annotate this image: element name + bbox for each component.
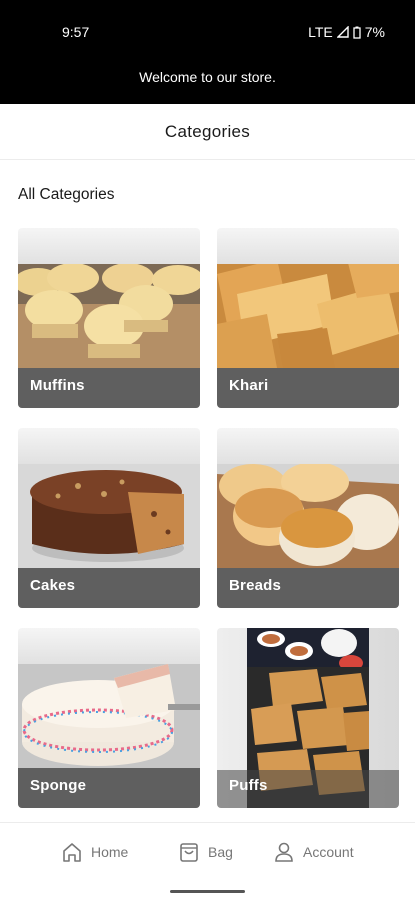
category-label: Sponge	[30, 777, 87, 794]
category-label: Khari	[229, 377, 269, 394]
category-card-sponge[interactable]: Sponge	[18, 628, 200, 808]
category-card-khari[interactable]: Khari	[217, 228, 399, 408]
section-title: All Categories	[18, 186, 115, 203]
sponge-image	[18, 664, 200, 768]
category-card-cakes[interactable]: Cakes	[18, 428, 200, 608]
category-card-muffins[interactable]: Muffins	[18, 228, 200, 408]
home-icon	[63, 843, 81, 862]
nav-account[interactable]: Account	[273, 841, 354, 863]
category-label: Puffs	[229, 777, 268, 794]
category-card-puffs[interactable]: Puffs	[217, 628, 399, 808]
signal-icon	[336, 26, 349, 38]
battery-icon	[353, 26, 361, 39]
home-indicator[interactable]	[170, 890, 245, 893]
nav-home-label: Home	[91, 844, 129, 860]
category-label: Breads	[229, 577, 282, 594]
status-bar: 9:57 LTE 7%	[0, 0, 415, 62]
muffins-image	[18, 264, 200, 368]
status-time: 9:57	[62, 24, 90, 40]
welcome-banner: Welcome to our store.	[0, 62, 415, 104]
network-type: LTE	[308, 24, 333, 40]
khari-image	[217, 264, 399, 368]
category-card-breads[interactable]: Breads	[217, 428, 399, 608]
page-title: Categories	[0, 104, 415, 160]
account-icon	[275, 842, 293, 862]
bag-icon	[180, 843, 198, 862]
status-indicators: LTE 7%	[308, 24, 385, 40]
battery-level: 7%	[364, 24, 385, 40]
category-label: Muffins	[30, 377, 85, 394]
nav-bag[interactable]: Bag	[178, 841, 233, 863]
breads-image	[217, 464, 399, 568]
nav-home[interactable]: Home	[61, 841, 128, 863]
category-label: Cakes	[30, 577, 76, 594]
bottom-nav: Home Bag Account	[0, 822, 415, 885]
nav-account-label: Account	[303, 844, 354, 860]
cakes-image	[18, 464, 200, 568]
nav-bag-label: Bag	[208, 844, 233, 860]
